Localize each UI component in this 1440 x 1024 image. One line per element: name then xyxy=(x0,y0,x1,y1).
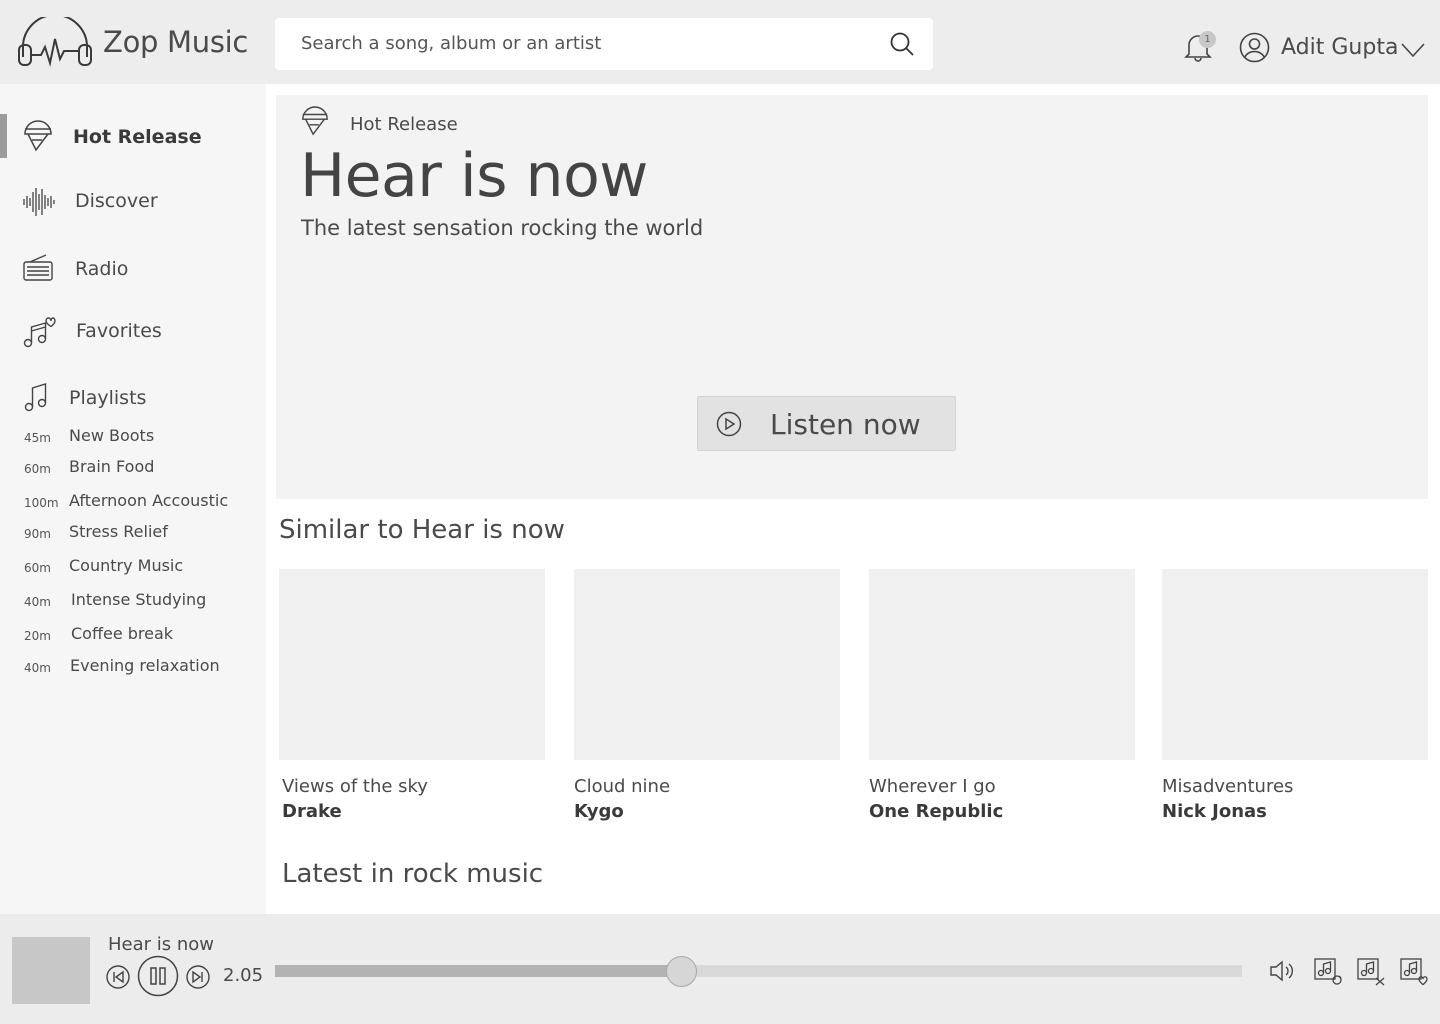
shuffle-icon[interactable] xyxy=(1357,958,1387,986)
pause-button-icon[interactable] xyxy=(137,955,179,997)
search-input[interactable]: Search a song, album or an artist xyxy=(301,33,601,54)
playlist-name: New Boots xyxy=(69,426,155,445)
sidebar-item-playlists[interactable]: Playlists xyxy=(0,378,266,418)
now-playing-cover[interactable] xyxy=(12,937,90,1004)
hot-release-icon xyxy=(300,106,330,138)
chevron-down-icon[interactable] xyxy=(1400,42,1426,58)
app-logo[interactable]: Zop Music xyxy=(17,17,248,67)
playlist-item[interactable]: 90m Stress Relief xyxy=(0,522,266,546)
album-cover[interactable] xyxy=(869,569,1135,760)
playlist-name: Stress Relief xyxy=(69,522,168,541)
now-playing-title: Hear is now xyxy=(108,934,215,955)
sidebar-item-label: Hot Release xyxy=(73,126,202,148)
hero-tag: Hot Release xyxy=(350,114,458,135)
sidebar-item-label: Radio xyxy=(75,258,129,280)
previous-track-icon[interactable] xyxy=(106,965,130,989)
artist-name: Drake xyxy=(282,801,342,822)
playlist-duration: 100m xyxy=(24,496,59,510)
search-bar[interactable]: Search a song, album or an artist xyxy=(275,18,933,70)
search-icon[interactable] xyxy=(889,31,915,57)
playlist-item[interactable]: 40m Intense Studying xyxy=(0,590,266,614)
progress-fill xyxy=(275,965,682,977)
favorite-track-icon[interactable] xyxy=(1400,958,1430,986)
headphones-logo-icon xyxy=(17,17,93,67)
playlist-item[interactable]: 60m Brain Food xyxy=(0,457,266,481)
sidebar-item-hot-release[interactable]: Hot Release xyxy=(0,114,266,158)
playlist-name: Afternoon Accoustic xyxy=(69,491,229,510)
song-title: Cloud nine xyxy=(574,776,671,797)
progress-track[interactable] xyxy=(275,965,1242,977)
playlist-name: Country Music xyxy=(69,556,184,575)
notification-badge: 1 xyxy=(1199,31,1216,48)
playlist-item[interactable]: 60m Country Music xyxy=(0,556,266,580)
sidebar-item-label: Discover xyxy=(75,190,158,212)
playlist-duration: 90m xyxy=(24,527,51,541)
section-title-similar: Similar to Hear is now xyxy=(279,515,565,545)
sidebar-item-radio[interactable]: Radio xyxy=(0,249,266,289)
playlist-item[interactable]: 40m Evening relaxation xyxy=(0,656,266,680)
user-avatar-icon[interactable] xyxy=(1239,32,1270,63)
radio-icon xyxy=(22,253,54,283)
hero-title: Hear is now xyxy=(300,141,648,211)
app-name: Zop Music xyxy=(103,25,249,59)
playlist-duration: 40m xyxy=(24,661,51,675)
song-title: Views of the sky xyxy=(282,776,428,797)
artist-name: Kygo xyxy=(574,801,624,822)
progress-handle[interactable] xyxy=(666,956,698,987)
waveform-icon xyxy=(22,186,56,218)
artist-name: One Republic xyxy=(869,801,1004,822)
artist-name: Nick Jonas xyxy=(1162,801,1267,822)
playlist-item[interactable]: 100m Afternoon Accoustic xyxy=(0,491,266,515)
hero-subtitle: The latest sensation rocking the world xyxy=(301,216,704,240)
sidebar-item-label: Favorites xyxy=(76,320,162,342)
repeat-icon[interactable] xyxy=(1314,958,1344,986)
sidebar-item-label: Playlists xyxy=(69,387,147,409)
next-track-icon[interactable] xyxy=(186,965,210,989)
play-circle-icon xyxy=(716,411,742,437)
song-card[interactable]: Misadventures Nick Jonas xyxy=(1162,569,1428,822)
section-title-latest-rock: Latest in rock music xyxy=(282,859,544,889)
playlist-item[interactable]: 45m New Boots xyxy=(0,426,266,450)
playlist-duration: 60m xyxy=(24,561,51,575)
song-title: Wherever I go xyxy=(869,776,996,797)
song-title: Misadventures xyxy=(1162,776,1294,797)
song-card[interactable]: Views of the sky Drake xyxy=(279,569,545,822)
playlist-duration: 20m xyxy=(24,629,51,643)
song-card[interactable]: Cloud nine Kygo xyxy=(574,569,840,822)
playlist-duration: 60m xyxy=(24,462,51,476)
listen-now-label: Listen now xyxy=(770,408,921,441)
playlist-name: Intense Studying xyxy=(71,590,207,609)
hot-release-icon xyxy=(22,120,54,154)
top-bar: Zop Music Search a song, album or an art… xyxy=(0,0,1440,84)
album-cover[interactable] xyxy=(279,569,545,760)
sidebar-item-favorites[interactable]: Favorites xyxy=(0,312,266,352)
favorites-icon xyxy=(22,315,56,349)
playlist-duration: 45m xyxy=(24,431,51,445)
playlist-name: Coffee break xyxy=(71,624,174,643)
playlist-name: Evening relaxation xyxy=(70,656,220,675)
album-cover[interactable] xyxy=(1162,569,1428,760)
music-note-icon xyxy=(24,382,48,412)
hero-banner: Hot Release Hear is now The latest sensa… xyxy=(276,95,1428,499)
elapsed-time: 2.05 xyxy=(223,965,264,986)
playlist-name: Brain Food xyxy=(69,457,155,476)
user-name[interactable]: Adit Gupta xyxy=(1281,35,1398,60)
playlist-duration: 40m xyxy=(24,595,51,609)
sidebar-item-discover[interactable]: Discover xyxy=(0,182,266,222)
sidebar: Hot Release Discover Radio Favorites Pla… xyxy=(0,84,266,914)
listen-now-button[interactable]: Listen now xyxy=(697,396,956,451)
song-card[interactable]: Wherever I go One Republic xyxy=(869,569,1135,822)
album-cover[interactable] xyxy=(574,569,840,760)
volume-icon[interactable] xyxy=(1268,958,1294,984)
player-bar: Hear is now 2.05 xyxy=(0,914,1440,1024)
playlist-item[interactable]: 20m Coffee break xyxy=(0,624,266,648)
